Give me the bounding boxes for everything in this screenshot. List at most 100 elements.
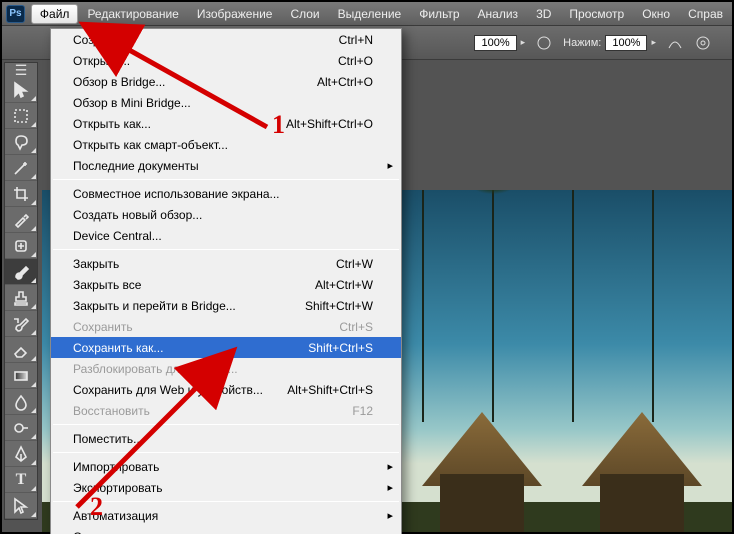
menu-view[interactable]: Просмотр: [560, 4, 633, 24]
menu-item[interactable]: Сохранить для Web и устройств...Alt+Shif…: [51, 379, 401, 400]
pressure-value[interactable]: 100%: [605, 35, 647, 51]
menu-window[interactable]: Окно: [633, 4, 679, 24]
menu-item-label: Поместить...: [73, 432, 373, 446]
menu-item-label: Закрыть все: [73, 278, 315, 292]
menu-separator: [53, 249, 399, 250]
menu-item[interactable]: Сохранить как...Shift+Ctrl+S: [51, 337, 401, 358]
menu-item[interactable]: Обзор в Bridge...Alt+Ctrl+O: [51, 71, 401, 92]
menu-item-label: Device Central...: [73, 229, 373, 243]
menu-item[interactable]: Device Central...: [51, 225, 401, 246]
pressure-control[interactable]: Нажим: 100% ▸: [563, 35, 656, 51]
menu-item-label: Закрыть и перейти в Bridge...: [73, 299, 305, 313]
tablet-pressure-icon[interactable]: [666, 34, 684, 52]
palette-grip[interactable]: ☰: [5, 63, 37, 77]
menu-item-label: Последние документы: [73, 159, 373, 173]
move-tool[interactable]: [5, 77, 37, 103]
dodge-tool[interactable]: [5, 415, 37, 441]
airbrush-icon[interactable]: [535, 34, 553, 52]
menu-item[interactable]: Открыть...Ctrl+O: [51, 50, 401, 71]
tool-palette: ☰ T: [4, 62, 38, 520]
menu-item-label: Обзор в Bridge...: [73, 75, 317, 89]
menu-item-label: Обзор в Mini Bridge...: [73, 96, 373, 110]
history-brush-tool[interactable]: [5, 311, 37, 337]
menu-item[interactable]: Открыть как смарт-объект...: [51, 134, 401, 155]
menu-item[interactable]: Создать...Ctrl+N: [51, 29, 401, 50]
menu-item: Разблокировать для записи...: [51, 358, 401, 379]
menu-item-shortcut: Ctrl+O: [338, 54, 373, 68]
menu-separator: [53, 424, 399, 425]
menu-separator: [53, 501, 399, 502]
menu-item-label: Совместное использование экрана...: [73, 187, 373, 201]
menu-edit[interactable]: Редактирование: [78, 4, 187, 24]
menu-item-shortcut: Ctrl+S: [339, 320, 373, 334]
crop-tool[interactable]: [5, 181, 37, 207]
menu-image[interactable]: Изображение: [188, 4, 282, 24]
type-tool[interactable]: T: [5, 467, 37, 493]
menu-item[interactable]: Совместное использование экрана...: [51, 183, 401, 204]
menu-item-label: Открыть как...: [73, 117, 286, 131]
menu-item-label: Восстановить: [73, 404, 352, 418]
menu-item[interactable]: Обзор в Mini Bridge...: [51, 92, 401, 113]
menu-select[interactable]: Выделение: [329, 4, 411, 24]
pressure-label: Нажим:: [563, 37, 601, 49]
menu-file[interactable]: Файл: [31, 4, 79, 24]
menu-separator: [53, 179, 399, 180]
magic-wand-tool[interactable]: [5, 155, 37, 181]
menu-help[interactable]: Справ: [679, 4, 732, 24]
healing-tool[interactable]: [5, 233, 37, 259]
menu-item-shortcut: Shift+Ctrl+S: [308, 341, 373, 355]
menu-analysis[interactable]: Анализ: [469, 4, 528, 24]
pen-tool[interactable]: [5, 441, 37, 467]
menu-item-label: Открыть как смарт-объект...: [73, 138, 373, 152]
menu-item: ВосстановитьF12: [51, 400, 401, 421]
menu-item-label: Закрыть: [73, 257, 336, 271]
flow-control[interactable]: 100% ▸: [474, 35, 525, 51]
menu-item: СохранитьCtrl+S: [51, 316, 401, 337]
marquee-tool[interactable]: [5, 103, 37, 129]
menu-item-shortcut: Alt+Ctrl+O: [317, 75, 373, 89]
menu-item[interactable]: Автоматизация: [51, 505, 401, 526]
menu-item-label: Разблокировать для записи...: [73, 362, 373, 376]
brush-tool[interactable]: [5, 259, 37, 285]
menu-item-label: Автоматизация: [73, 509, 373, 523]
menu-layer[interactable]: Слои: [281, 4, 328, 24]
lasso-tool[interactable]: [5, 129, 37, 155]
menu-item[interactable]: Закрыть и перейти в Bridge...Shift+Ctrl+…: [51, 295, 401, 316]
menu-item-label: Сохранить: [73, 320, 339, 334]
blur-tool[interactable]: [5, 389, 37, 415]
menu-item-label: Сохранить для Web и устройств...: [73, 383, 287, 397]
menu-filter[interactable]: Фильтр: [410, 4, 468, 24]
menu-3d[interactable]: 3D: [527, 4, 560, 24]
eraser-tool[interactable]: [5, 337, 37, 363]
file-menu-dropdown: Создать...Ctrl+NОткрыть...Ctrl+OОбзор в …: [50, 28, 402, 534]
menu-bar: Ps Файл Редактирование Изображение Слои …: [2, 2, 732, 26]
menu-item-shortcut: F12: [352, 404, 373, 418]
menu-item-shortcut: Shift+Ctrl+W: [305, 299, 373, 313]
chevron-down-icon[interactable]: ▸: [651, 37, 656, 48]
menu-item[interactable]: Открыть как...Alt+Shift+Ctrl+O: [51, 113, 401, 134]
menu-item-label: Сохранить как...: [73, 341, 308, 355]
menu-item[interactable]: Создать новый обзор...: [51, 204, 401, 225]
path-select-tool[interactable]: [5, 493, 37, 519]
menu-item-label: Создать новый обзор...: [73, 208, 373, 222]
menu-item-label: Открыть...: [73, 54, 338, 68]
menu-item-shortcut: Alt+Shift+Ctrl+O: [286, 117, 373, 131]
menu-item[interactable]: Закрыть всеAlt+Ctrl+W: [51, 274, 401, 295]
eyedropper-tool[interactable]: [5, 207, 37, 233]
menu-item-shortcut: Alt+Shift+Ctrl+S: [287, 383, 373, 397]
menu-item-label: Сценарии: [73, 530, 373, 534]
menu-item[interactable]: Последние документы: [51, 155, 401, 176]
menu-item-shortcut: Ctrl+W: [336, 257, 373, 271]
stamp-tool[interactable]: [5, 285, 37, 311]
menu-item[interactable]: ЗакрытьCtrl+W: [51, 253, 401, 274]
menu-item[interactable]: Экспортировать: [51, 477, 401, 498]
opacity-value[interactable]: 100%: [474, 35, 516, 51]
menu-item[interactable]: Сценарии: [51, 526, 401, 534]
target-icon[interactable]: [694, 34, 712, 52]
gradient-tool[interactable]: [5, 363, 37, 389]
menu-item[interactable]: Импортировать: [51, 456, 401, 477]
chevron-down-icon[interactable]: ▸: [521, 37, 526, 48]
menu-separator: [53, 452, 399, 453]
menu-item-shortcut: Ctrl+N: [339, 33, 373, 47]
menu-item[interactable]: Поместить...: [51, 428, 401, 449]
